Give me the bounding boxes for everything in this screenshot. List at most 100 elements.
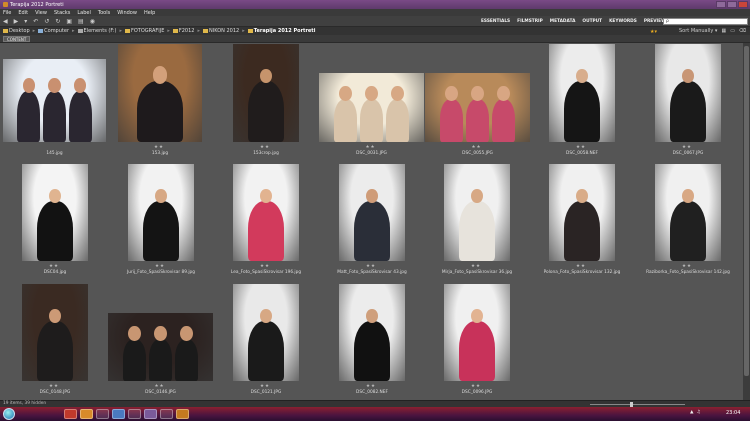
- workspace-filmstrip[interactable]: FILMSTRIP: [517, 19, 543, 24]
- search-input[interactable]: ρ: [663, 18, 748, 25]
- thumbnail-image[interactable]: [118, 44, 202, 142]
- thumbnail-image[interactable]: [425, 73, 530, 142]
- workspace-metadata[interactable]: METADATA: [550, 19, 576, 24]
- path-item-desktop[interactable]: Desktop: [3, 28, 30, 34]
- camera-icon[interactable]: ▣: [66, 18, 72, 25]
- rating-stars[interactable]: ★★: [366, 264, 376, 269]
- taskbar-app-icon[interactable]: [64, 409, 77, 419]
- sort-dropdown[interactable]: Sort Manually ▾: [679, 28, 717, 34]
- taskbar-app-icon[interactable]: [176, 409, 189, 419]
- thumbnail-image[interactable]: [655, 164, 721, 261]
- path-item-current[interactable]: Terapija 2012 Portreti: [247, 28, 315, 34]
- thumbnail-image[interactable]: [444, 164, 510, 261]
- menu-view[interactable]: View: [35, 10, 47, 16]
- rating-stars[interactable]: ★★: [471, 384, 481, 389]
- taskbar-app-icon[interactable]: [160, 409, 173, 419]
- scrollbar-thumb[interactable]: [744, 46, 749, 376]
- rating-stars[interactable]: ★★: [576, 145, 586, 150]
- thumbnail-filename: DSC_0121.JPG: [250, 390, 282, 395]
- rotate-right-icon[interactable]: ↻: [55, 18, 60, 25]
- thumbnail-image[interactable]: [22, 164, 88, 261]
- rating-stars[interactable]: ★★: [154, 145, 164, 150]
- tab-content[interactable]: CONTENT: [3, 36, 31, 42]
- start-button[interactable]: [3, 408, 15, 420]
- path-separator: ▸: [32, 28, 36, 34]
- thumbnail-image[interactable]: [339, 164, 405, 261]
- workspace-keywords[interactable]: KEYWORDS: [609, 19, 637, 24]
- folder-icon: [3, 28, 8, 33]
- rating-stars[interactable]: ★★: [682, 145, 692, 150]
- rating-stars[interactable]: ★★: [155, 264, 165, 269]
- menu-stacks[interactable]: Stacks: [54, 10, 70, 16]
- thumbnail-image[interactable]: [549, 44, 615, 142]
- menu-label[interactable]: Label: [77, 10, 91, 16]
- thumbnail-filename: DSC_0058.NEF: [566, 151, 598, 156]
- rating-stars[interactable]: ★★: [49, 384, 59, 389]
- taskbar-app-icon[interactable]: [96, 409, 109, 419]
- path-item-drive[interactable]: Elements (F:): [77, 28, 116, 34]
- forward-icon[interactable]: ▶: [14, 18, 19, 25]
- rating-stars[interactable]: ★★: [682, 264, 692, 269]
- thumbnail-image[interactable]: [3, 59, 106, 142]
- path-separator: ▸: [72, 28, 75, 34]
- app-icon: [3, 2, 8, 7]
- volume-icon[interactable]: ♫: [696, 410, 700, 415]
- thumbnail-filename: Lea_Foto_SpasiSkrovisar 196.jpg: [230, 270, 302, 275]
- path-item-nikon[interactable]: NIKON 2012: [203, 28, 239, 34]
- menu-help[interactable]: Help: [144, 10, 155, 16]
- thumbnail-image[interactable]: [339, 284, 405, 381]
- rotate-left-icon[interactable]: ↺: [44, 18, 49, 25]
- thumbnail-image[interactable]: [108, 313, 213, 381]
- view-thumbnails-icon[interactable]: ▦: [721, 28, 726, 34]
- rating-stars[interactable]: ★★: [366, 145, 376, 150]
- maximize-button[interactable]: [727, 1, 737, 8]
- boomerang-icon[interactable]: ↶: [33, 18, 38, 25]
- menu-file[interactable]: File: [3, 10, 11, 16]
- taskbar-app-icon[interactable]: [112, 409, 125, 419]
- path-item-f2012[interactable]: F2012: [172, 28, 194, 34]
- rating-stars[interactable]: ★★: [155, 384, 165, 389]
- rating-stars[interactable]: ★★: [260, 264, 270, 269]
- rating-stars[interactable]: ★★: [472, 145, 482, 150]
- thumbnail-size-slider[interactable]: [590, 402, 685, 407]
- menu-window[interactable]: Window: [117, 10, 137, 16]
- close-button[interactable]: [738, 1, 748, 8]
- rating-stars[interactable]: ★★: [576, 264, 586, 269]
- menu-edit[interactable]: Edit: [18, 10, 28, 16]
- minimize-button[interactable]: [716, 1, 726, 8]
- thumbnail-image[interactable]: [22, 284, 88, 381]
- thumbnail-image[interactable]: [233, 44, 299, 142]
- thumbnail-image[interactable]: [319, 73, 424, 142]
- folder-icon: [203, 28, 208, 33]
- path-item-computer[interactable]: Computer: [38, 28, 69, 34]
- thumbnail-image[interactable]: [444, 284, 510, 381]
- network-icon[interactable]: ▲: [690, 410, 693, 415]
- thumbnail-image[interactable]: [655, 44, 721, 142]
- rating-stars[interactable]: ★★: [471, 264, 481, 269]
- thumbnail-image[interactable]: [233, 284, 299, 381]
- path-item-fotografije[interactable]: FOTOGRAFIJE: [125, 28, 164, 34]
- thumbnail-image[interactable]: [128, 164, 194, 261]
- rating-stars[interactable]: ★★: [260, 145, 270, 150]
- refine-icon[interactable]: ▤: [78, 18, 84, 25]
- recent-folders-icon[interactable]: ▾: [24, 18, 27, 25]
- rating-stars[interactable]: ★★: [260, 384, 270, 389]
- workspace-output[interactable]: OUTPUT: [582, 19, 602, 24]
- thumbnail-filename: Raziborka_Foto_SpasiSkrovisar 142.jpg: [646, 270, 730, 275]
- folder-icon: [125, 28, 130, 33]
- taskbar-app-icon[interactable]: [144, 409, 157, 419]
- taskbar-app-icon[interactable]: [80, 409, 93, 419]
- thumbnail-image[interactable]: [549, 164, 615, 261]
- vertical-scrollbar[interactable]: [743, 43, 750, 400]
- open-in-camera-raw-icon[interactable]: ◉: [90, 18, 95, 25]
- thumbnail-image[interactable]: [233, 164, 299, 261]
- rating-stars[interactable]: ★★: [49, 264, 59, 269]
- menu-tools[interactable]: Tools: [98, 10, 110, 16]
- new-folder-icon[interactable]: ▭: [730, 28, 735, 34]
- delete-icon[interactable]: ⌫: [739, 28, 746, 34]
- back-icon[interactable]: ◀: [3, 18, 8, 25]
- thumbnail-filename: 153crop.jpg: [253, 151, 279, 156]
- rating-stars[interactable]: ★★: [366, 384, 376, 389]
- workspace-essentials[interactable]: ESSENTIALS: [481, 19, 510, 24]
- taskbar-app-icon[interactable]: [128, 409, 141, 419]
